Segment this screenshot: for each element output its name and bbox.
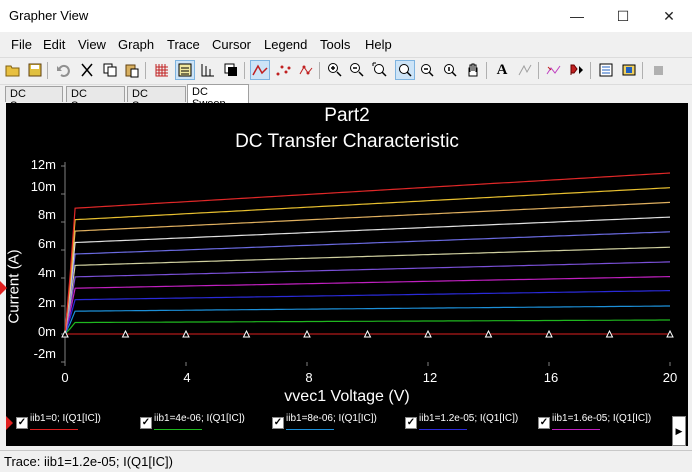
undo-icon[interactable] — [54, 61, 72, 79]
legend-checkbox[interactable]: ✓ — [272, 417, 284, 429]
graph-tabs: DC Sweep DC Sweep DC Sweep DC Sweep — [0, 84, 692, 112]
tab-dc-sweep-3[interactable]: DC Sweep — [127, 86, 186, 112]
minimize-button[interactable]: — — [554, 0, 600, 32]
legend-checkbox[interactable]: ✓ — [140, 417, 152, 429]
zoom-y-icon[interactable] — [441, 61, 459, 79]
legend-swatch — [286, 429, 334, 430]
series-line — [64, 172, 671, 335]
toolbar-separator — [145, 62, 146, 79]
title-bar: Grapher View — ☐ ✕ — [0, 0, 692, 32]
status-bar: Trace: iib1=1.2e-05; I(Q1[IC]) — [0, 450, 692, 472]
tab-dc-sweep-1[interactable]: DC Sweep — [5, 86, 63, 112]
legend-checkbox[interactable]: ✓ — [538, 417, 550, 429]
points-trace-icon[interactable] — [274, 61, 292, 79]
line-points-trace-icon[interactable] — [297, 61, 315, 79]
open-icon[interactable] — [4, 61, 22, 79]
series-line — [64, 290, 671, 335]
menu-bar: File Edit View Graph Trace Cursor Legend… — [0, 34, 692, 54]
toolbar-separator — [244, 62, 245, 79]
menu-file[interactable]: File — [11, 37, 32, 52]
menu-help[interactable]: Help — [365, 37, 392, 52]
series-line — [64, 187, 671, 335]
legend-label: iib1=4e-06; I(Q1[IC]) — [154, 413, 245, 424]
minimize-icon: — — [570, 8, 584, 24]
series-line — [64, 276, 671, 335]
chart-svg[interactable] — [6, 103, 688, 411]
legend-swatch — [552, 429, 600, 430]
legend-label: iib1=8e-06; I(Q1[IC]) — [286, 413, 377, 424]
menu-edit[interactable]: Edit — [43, 37, 65, 52]
legend-swatch — [30, 429, 78, 430]
plot-area[interactable]: Part2 DC Transfer Characteristic 12m 10m… — [6, 103, 688, 446]
status-text: Trace: iib1=1.2e-05; I(Q1[IC]) — [4, 454, 173, 469]
legend-icon[interactable] — [175, 60, 195, 80]
zoom-x-icon[interactable] — [418, 61, 436, 79]
axis-icon[interactable] — [199, 61, 217, 79]
y-cursor-marker-icon[interactable] — [0, 281, 7, 295]
text-icon[interactable]: A — [493, 61, 511, 79]
toolbar-separator — [47, 62, 48, 79]
maximize-button[interactable]: ☐ — [600, 0, 646, 32]
zoom-in-icon[interactable] — [326, 61, 344, 79]
legend-checkbox[interactable]: ✓ — [405, 417, 417, 429]
tab-dc-sweep-4[interactable]: DC Sweep — [187, 84, 249, 110]
toolbar-separator — [486, 62, 487, 79]
copy-icon[interactable] — [101, 61, 119, 79]
export-icon[interactable] — [597, 61, 615, 79]
close-icon: ✕ — [663, 7, 675, 24]
toolbar-separator — [538, 62, 539, 79]
menu-tools[interactable]: Tools — [320, 37, 350, 52]
legend-label: iib1=1.2e-05; I(Q1[IC]) — [419, 413, 519, 424]
maximize-icon: ☐ — [616, 7, 630, 24]
legend-swatch — [154, 429, 202, 430]
legend-label: iib1=0; I(Q1[IC]) — [30, 413, 101, 424]
line-trace-icon[interactable] — [250, 60, 270, 80]
legend-label: iib1=1.6e-05; I(Q1[IC]) — [552, 413, 652, 424]
legend-marker-icon — [6, 416, 13, 430]
cut-icon[interactable] — [78, 61, 96, 79]
tab-dc-sweep-2[interactable]: DC Sweep — [66, 86, 125, 112]
legend-checkbox[interactable]: ✓ — [16, 417, 28, 429]
zoom-out-icon[interactable] — [348, 61, 366, 79]
menu-graph[interactable]: Graph — [118, 37, 154, 52]
toolbar-separator — [590, 62, 591, 79]
next-cursor-icon[interactable] — [568, 61, 586, 79]
label-icon[interactable] — [516, 61, 534, 79]
stop-icon[interactable] — [649, 61, 667, 79]
menu-view[interactable]: View — [78, 37, 106, 52]
save-icon[interactable] — [26, 61, 44, 79]
overlay-icon[interactable] — [222, 61, 240, 79]
menu-cursor[interactable]: Cursor — [212, 37, 251, 52]
toolbar: A — [0, 57, 692, 85]
grid-icon[interactable] — [153, 61, 171, 79]
zoom-area-icon[interactable] — [395, 60, 415, 80]
pan-hand-icon[interactable] — [464, 61, 482, 79]
toolbar-separator — [642, 62, 643, 79]
legend: ✓ iib1=0; I(Q1[IC]) ✓ iib1=4e-06; I(Q1[I… — [6, 411, 688, 446]
cursor-trace-icon[interactable] — [545, 61, 563, 79]
scroll-right-icon: ▶ — [675, 425, 683, 436]
close-button[interactable]: ✕ — [646, 0, 692, 32]
series-line — [64, 201, 671, 335]
legend-swatch — [419, 429, 467, 430]
menu-trace[interactable]: Trace — [167, 37, 200, 52]
zoom-fit-icon[interactable] — [371, 61, 389, 79]
properties-icon[interactable] — [620, 61, 638, 79]
window-title: Grapher View — [9, 8, 89, 23]
legend-scroll-right-button[interactable]: ▶ — [672, 416, 686, 446]
paste-icon[interactable] — [123, 61, 141, 79]
menu-legend[interactable]: Legend — [264, 37, 307, 52]
toolbar-separator — [319, 62, 320, 79]
